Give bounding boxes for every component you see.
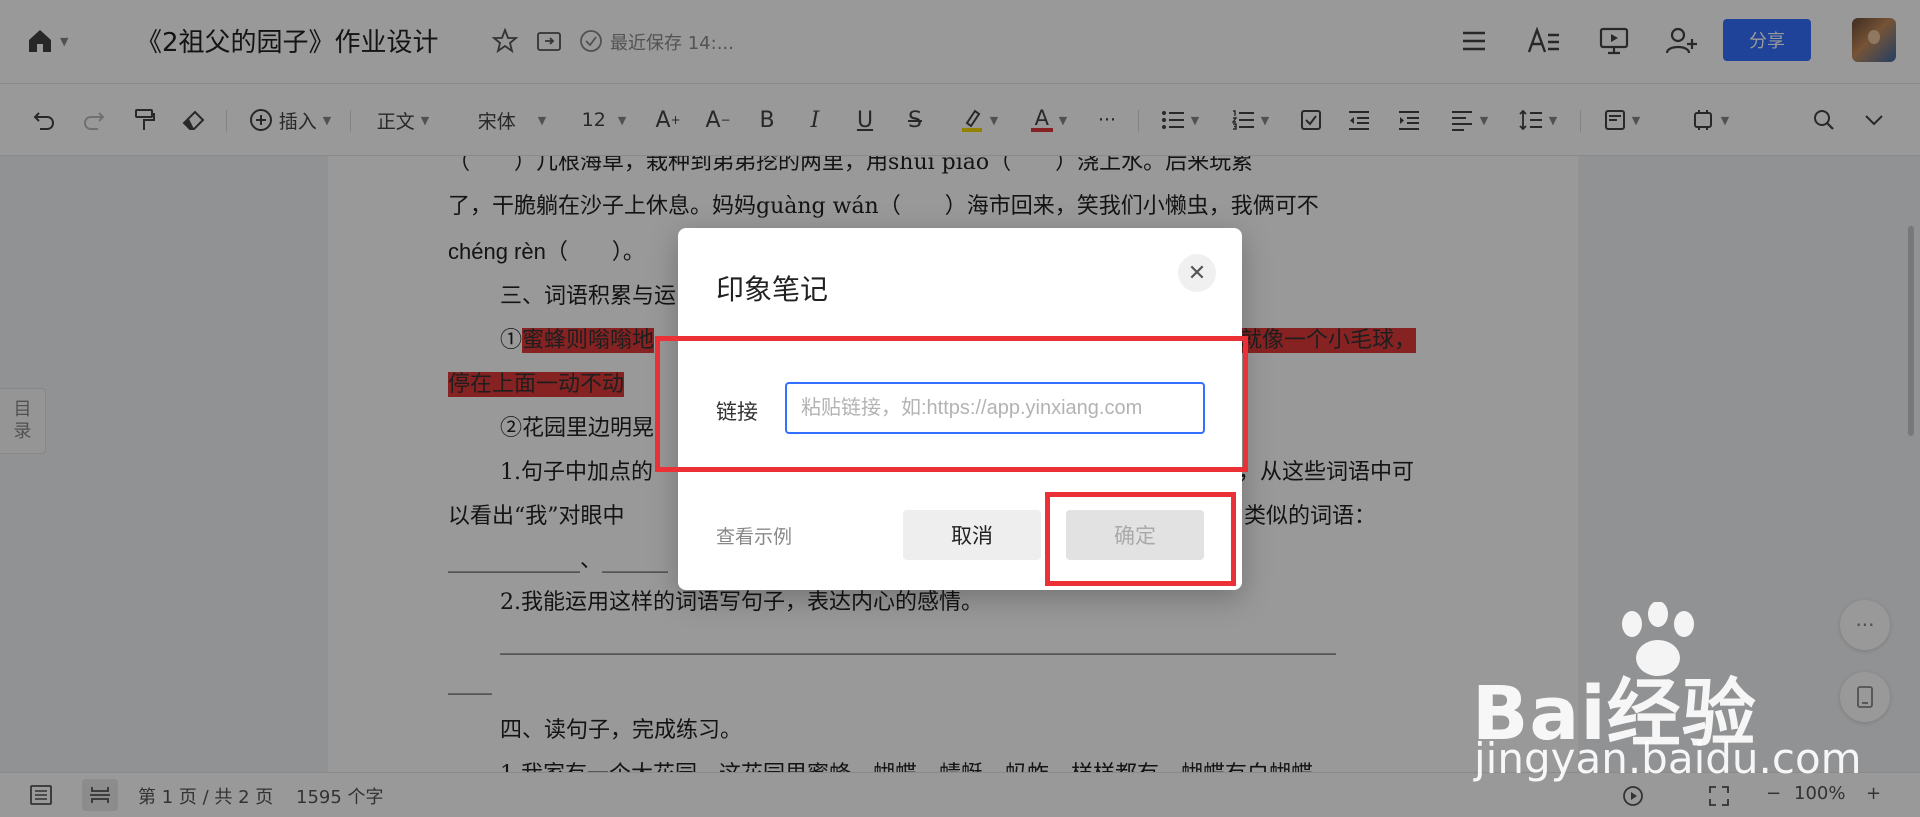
annotation-box-link bbox=[655, 336, 1248, 472]
dialog-title: 印象笔记 bbox=[716, 273, 829, 306]
baidu-jingyan-watermark: Bai经验 jingyan.baidu.com bbox=[1472, 601, 1862, 783]
annotation-box-confirm bbox=[1045, 492, 1236, 586]
watermark-url: jingyan.baidu.com bbox=[1474, 734, 1862, 783]
view-example-link[interactable]: 查看示例 bbox=[716, 522, 792, 549]
cancel-button[interactable]: 取消 bbox=[903, 510, 1041, 560]
close-icon[interactable]: ✕ bbox=[1178, 254, 1216, 292]
